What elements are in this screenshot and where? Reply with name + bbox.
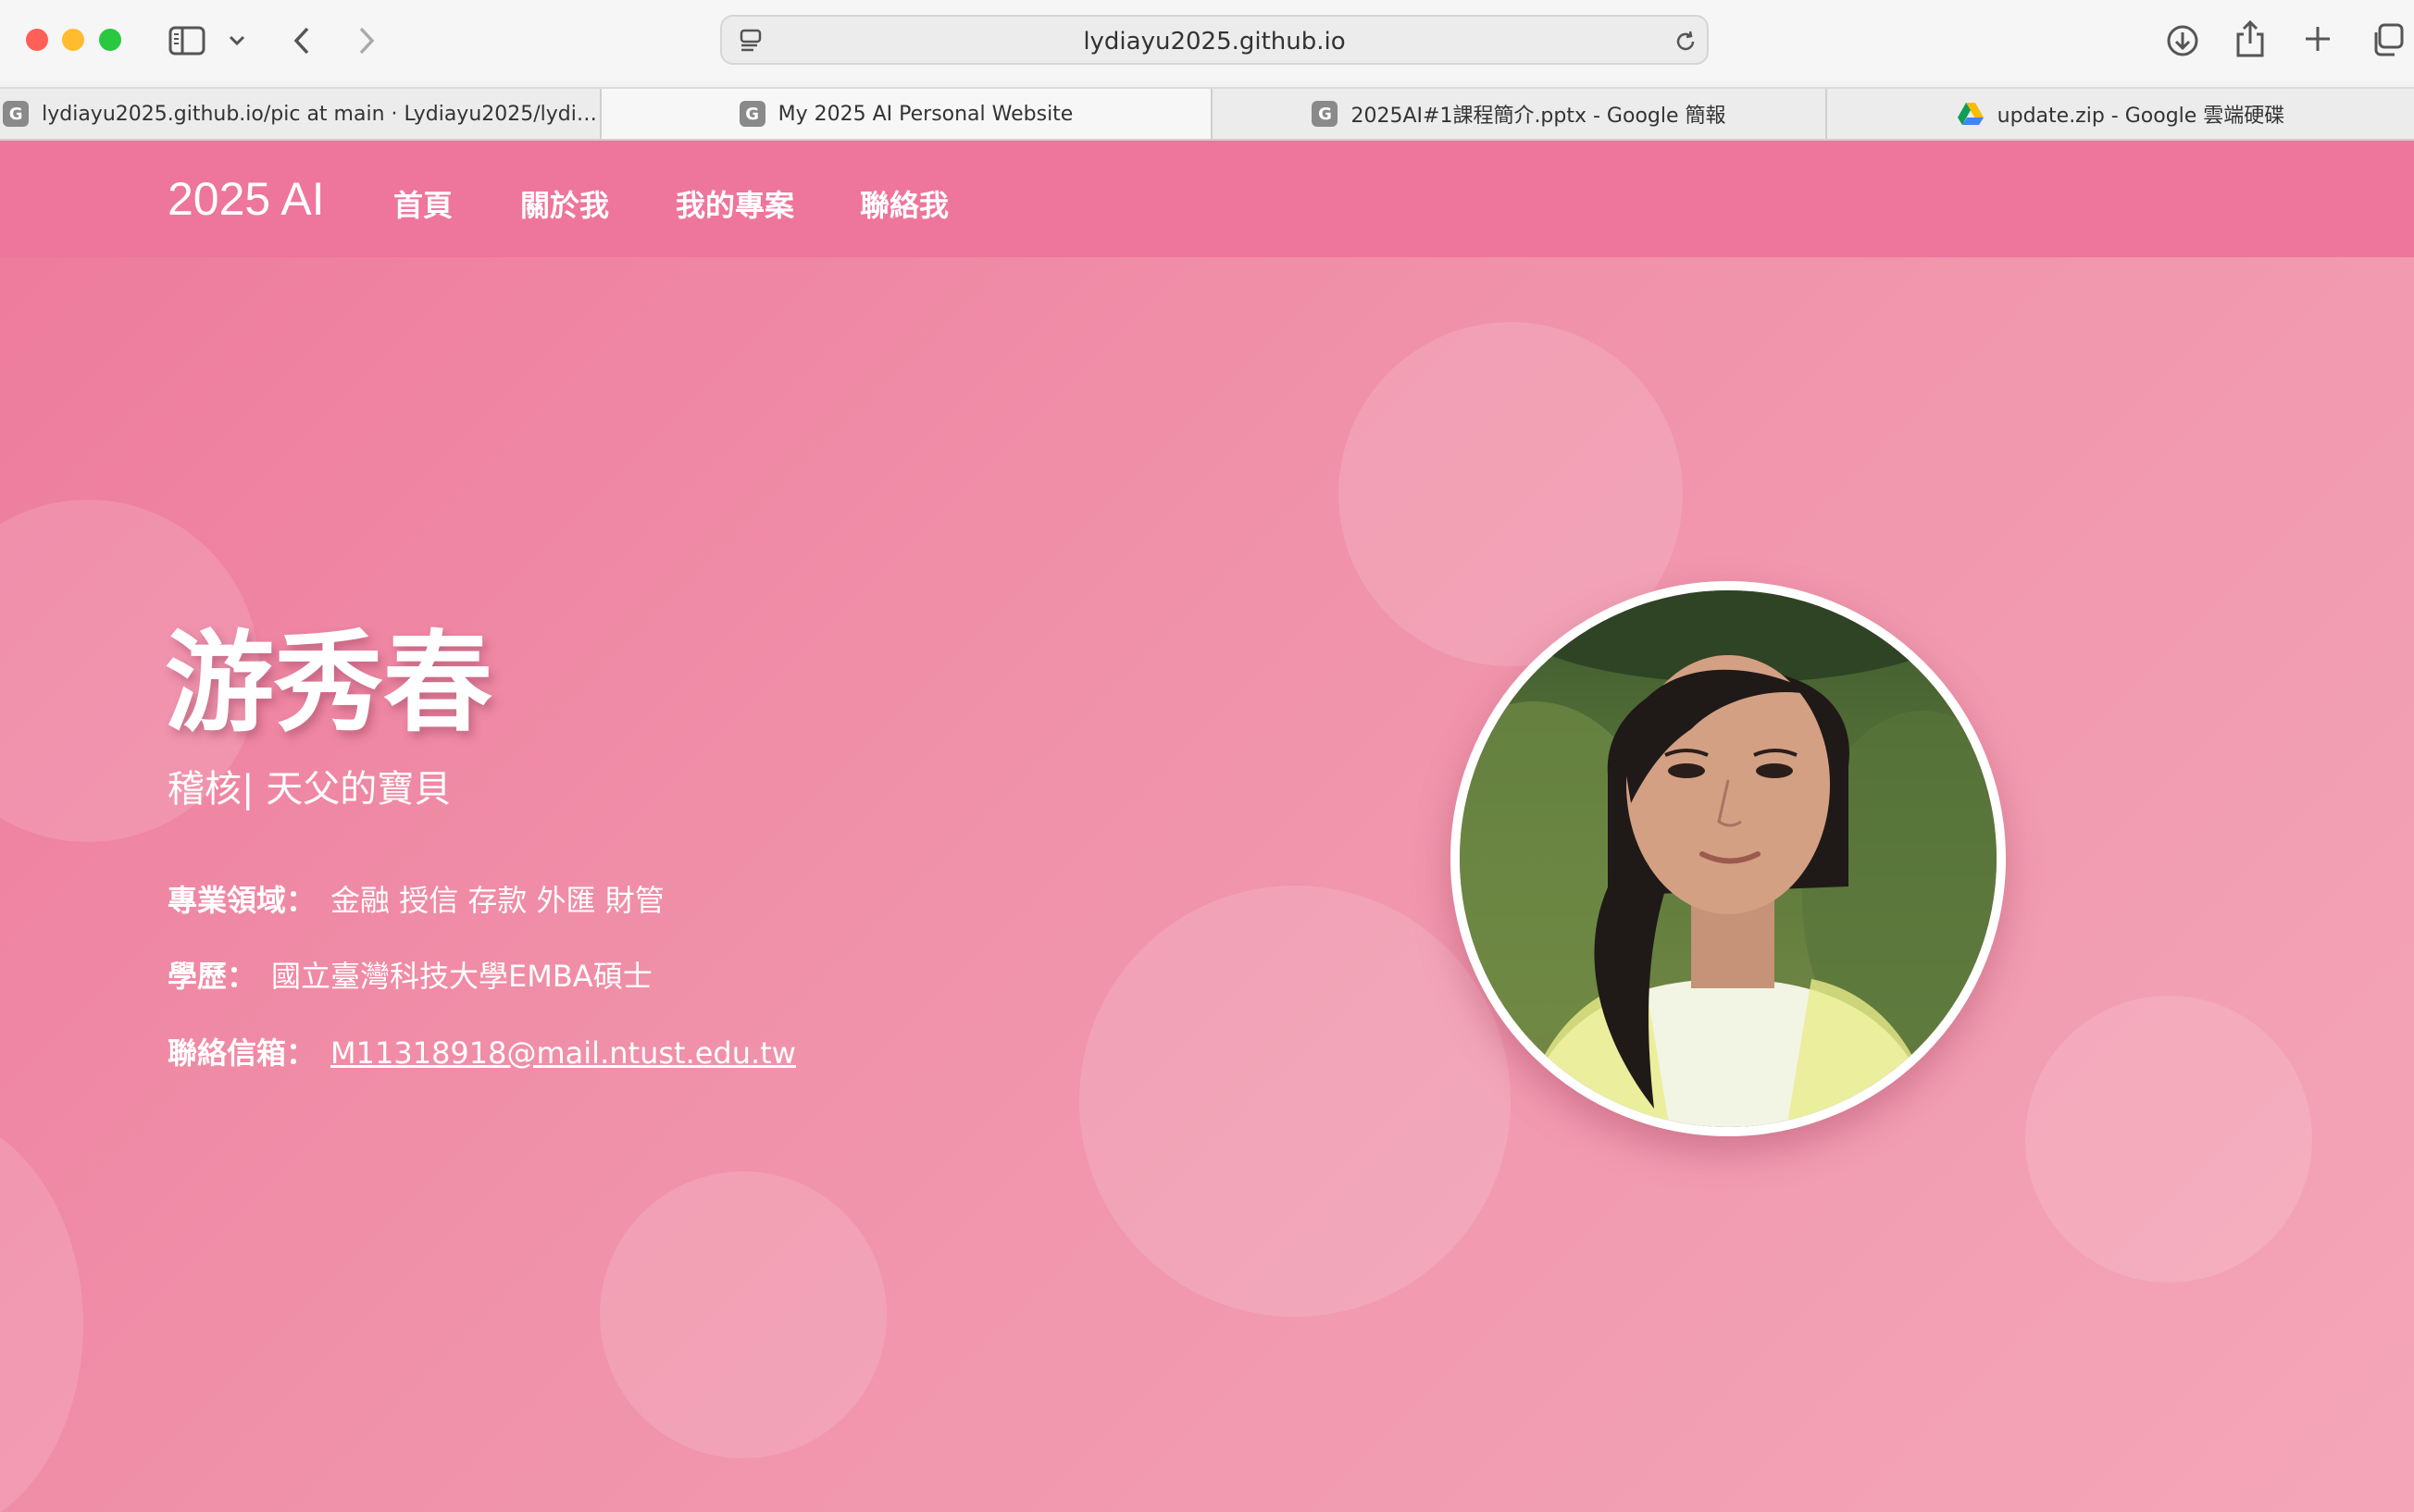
profile-photo-illustration: [1460, 590, 1997, 1127]
email-link[interactable]: M11318918@mail.ntust.edu.tw: [330, 1035, 796, 1071]
tab-title: update.zip - Google 雲端硬碟: [1997, 105, 2285, 128]
education-label: 學歷：: [168, 959, 257, 994]
url-text[interactable]: lydiayu2025.github.io: [722, 28, 1707, 56]
forward-icon[interactable]: [350, 20, 383, 61]
zoom-window-button[interactable]: [99, 29, 121, 51]
education-row: 學歷： 國立臺灣科技大學EMBA碩士: [168, 953, 653, 996]
nav-link-contact[interactable]: 聯絡我: [860, 182, 949, 225]
profile-photo: [1450, 581, 2006, 1136]
decorative-bubble: [2025, 996, 2312, 1283]
tab-github-pic[interactable]: G lydiayu2025.github.io/pic at main · Ly…: [0, 89, 602, 139]
tab-bar: G lydiayu2025.github.io/pic at main · Ly…: [0, 87, 2414, 141]
page-content: 2025 AI 首頁 關於我 我的專案 聯絡我 游秀春 稽核| 天父的寶貝 專業…: [0, 141, 2414, 1512]
decorative-bubble: [0, 1112, 83, 1512]
nav-link-home[interactable]: 首頁: [393, 182, 453, 225]
hero-subtitle: 稽核| 天父的寶貝: [168, 768, 452, 811]
reload-icon[interactable]: [1672, 28, 1699, 56]
hero-name: 游秀春: [165, 619, 493, 747]
slides-favicon-icon: G: [1312, 101, 1338, 127]
address-bar[interactable]: lydiayu2025.github.io: [720, 15, 1709, 65]
expertise-value: 金融 授信 存款 外匯 財管: [330, 883, 665, 918]
expertise-label: 專業領域：: [168, 883, 317, 918]
new-tab-icon[interactable]: [2299, 20, 2336, 57]
nav-link-about[interactable]: 關於我: [520, 182, 609, 225]
site-navbar: 2025 AI 首頁 關於我 我的專案 聯絡我: [0, 141, 2414, 257]
minimize-window-button[interactable]: [62, 29, 84, 51]
google-drive-icon: [1957, 102, 1985, 126]
github-favicon-icon: G: [3, 101, 30, 127]
tab-title: lydiayu2025.github.io/pic at main · Lydi…: [42, 102, 597, 126]
tab-title: 2025AI#1課程簡介.pptx - Google 簡報: [1350, 105, 1726, 128]
site-favicon-icon: G: [739, 101, 765, 127]
back-icon[interactable]: [285, 20, 318, 61]
email-label: 聯絡信箱：: [168, 1035, 317, 1071]
email-row: 聯絡信箱： M11318918@mail.ntust.edu.tw: [168, 1030, 796, 1072]
close-window-button[interactable]: [26, 29, 48, 51]
education-value: 國立臺灣科技大學EMBA碩士: [271, 959, 653, 994]
sidebar-icon[interactable]: [167, 22, 207, 59]
decorative-bubble: [1079, 886, 1511, 1317]
tab-title: My 2025 AI Personal Website: [778, 102, 1074, 126]
tab-google-drive[interactable]: update.zip - Google 雲端硬碟: [1827, 89, 2414, 139]
tab-overview-icon[interactable]: [2368, 20, 2407, 59]
decorative-bubble: [600, 1171, 887, 1458]
tab-google-slides[interactable]: G 2025AI#1課程簡介.pptx - Google 簡報: [1213, 89, 1827, 139]
chevron-down-icon[interactable]: [224, 28, 250, 54]
expertise-row: 專業領域： 金融 授信 存款 外匯 財管: [168, 877, 665, 920]
site-brand[interactable]: 2025 AI: [168, 172, 325, 226]
tab-personal-website[interactable]: G My 2025 AI Personal Website: [602, 89, 1213, 139]
download-icon[interactable]: [2162, 20, 2203, 61]
share-icon[interactable]: [2231, 17, 2270, 61]
browser-toolbar: lydiayu2025.github.io: [0, 0, 2414, 81]
nav-link-projects[interactable]: 我的專案: [676, 182, 794, 225]
